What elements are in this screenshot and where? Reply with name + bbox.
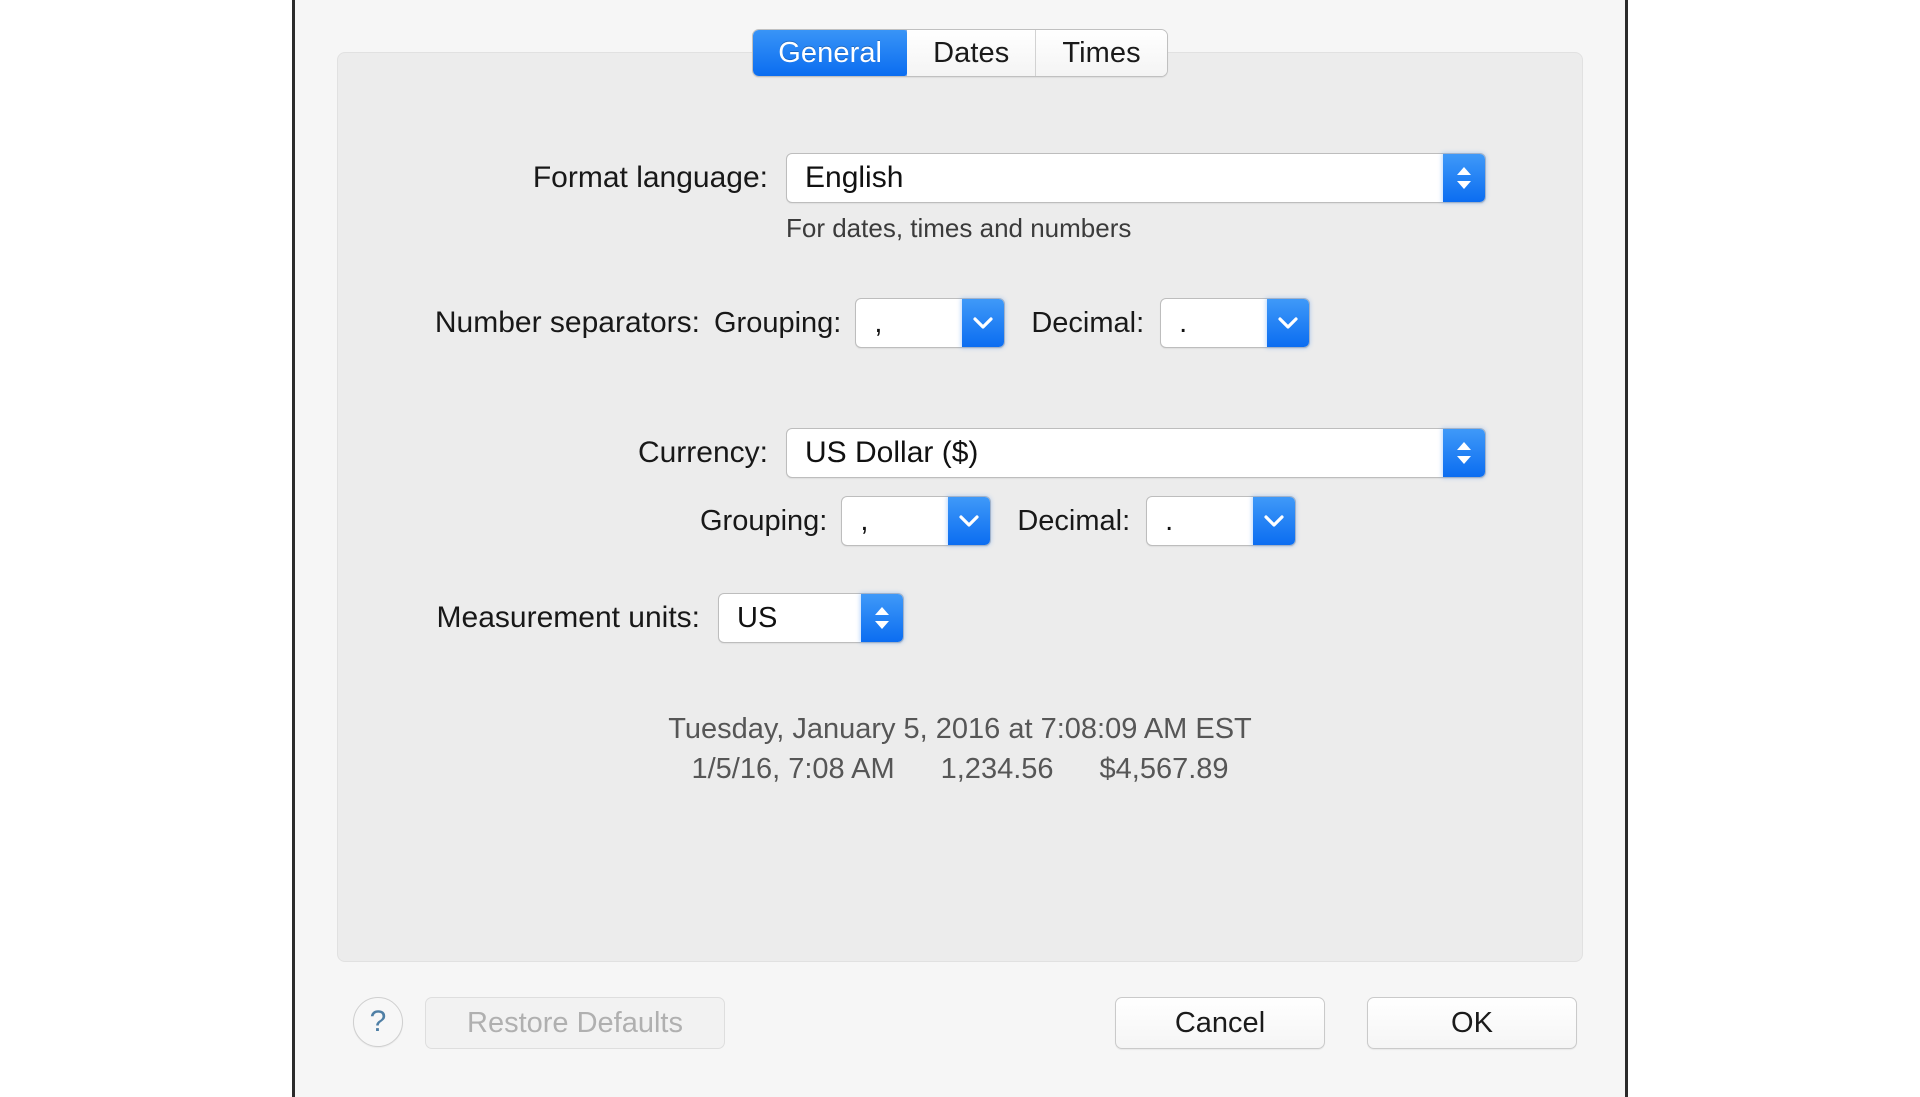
- currency-decimal-value: .: [1165, 504, 1174, 537]
- tab-group: General Dates Times: [752, 29, 1168, 77]
- currency-separators-row: Grouping: , Decimal: .: [338, 496, 1584, 546]
- tab-general[interactable]: General: [753, 30, 909, 76]
- number-separators-label: Number separators:: [434, 306, 700, 339]
- currency-row: Currency: US Dollar ($): [338, 428, 1584, 478]
- currency-value: US Dollar ($): [805, 436, 979, 469]
- cancel-button[interactable]: Cancel: [1115, 997, 1325, 1049]
- number-separators-row: Number separators: Grouping: , Decimal: …: [338, 298, 1584, 348]
- preview-short-datetime: 1/5/16, 7:08 AM: [691, 753, 895, 785]
- chevron-down-icon: [962, 299, 1005, 347]
- currency-popup[interactable]: US Dollar ($): [786, 428, 1486, 478]
- preview-currency: $4,567.89: [1099, 753, 1229, 785]
- preview-number: 1,234.56: [940, 753, 1054, 785]
- chevron-updown-icon: [1443, 154, 1485, 202]
- number-decimal-label: Decimal:: [1031, 306, 1145, 339]
- measurement-units-row: Measurement units: US: [338, 593, 1584, 643]
- format-language-row: Format language: English: [338, 153, 1584, 203]
- chevron-updown-icon: [1443, 429, 1485, 477]
- currency-grouping-value: ,: [860, 504, 869, 537]
- general-settings-panel: Format language: English For dates, time…: [337, 52, 1583, 962]
- number-decimal-popup[interactable]: .: [1160, 298, 1311, 348]
- format-language-hint-row: For dates, times and numbers: [338, 213, 1584, 244]
- format-language-value: English: [805, 161, 904, 194]
- currency-decimal-label: Decimal:: [1017, 504, 1131, 537]
- tab-times[interactable]: Times: [1036, 30, 1167, 76]
- preview-long-datetime: Tuesday, January 5, 2016 at 7:08:09 AM E…: [668, 713, 1252, 745]
- format-language-popup[interactable]: English: [786, 153, 1486, 203]
- number-decimal-value: .: [1179, 306, 1188, 339]
- number-grouping-popup[interactable]: ,: [855, 298, 1006, 348]
- measurement-units-value: US: [737, 601, 778, 634]
- format-language-label: Format language:: [532, 161, 768, 194]
- help-icon[interactable]: ?: [353, 997, 403, 1047]
- formats-dialog-window: General Dates Times Format language: Eng…: [292, 0, 1628, 1097]
- currency-decimal-popup[interactable]: .: [1146, 496, 1297, 546]
- currency-label: Currency:: [637, 436, 768, 469]
- number-grouping-label: Grouping:: [714, 306, 842, 339]
- preview-short-values: 1/5/16, 7:08 AM 1,234.56 $4,567.89: [338, 753, 1582, 786]
- tab-bar: General Dates Times: [295, 28, 1625, 78]
- restore-defaults-button[interactable]: Restore Defaults: [425, 997, 725, 1049]
- chevron-updown-icon: [861, 594, 903, 642]
- chevron-down-icon: [1253, 497, 1296, 545]
- tab-dates[interactable]: Dates: [907, 30, 1037, 76]
- chevron-down-icon: [948, 497, 991, 545]
- measurement-units-popup[interactable]: US: [718, 593, 904, 643]
- screenshot-root: General Dates Times Format language: Eng…: [0, 0, 1920, 1097]
- currency-grouping-label: Grouping:: [700, 504, 828, 537]
- ok-button[interactable]: OK: [1367, 997, 1577, 1049]
- currency-grouping-popup[interactable]: ,: [841, 496, 992, 546]
- chevron-down-icon: [1267, 299, 1310, 347]
- dialog-button-bar: ? Restore Defaults Cancel OK: [295, 975, 1625, 1097]
- measurement-units-label: Measurement units:: [436, 601, 700, 634]
- format-language-hint: For dates, times and numbers: [786, 213, 1132, 243]
- number-grouping-value: ,: [874, 306, 883, 339]
